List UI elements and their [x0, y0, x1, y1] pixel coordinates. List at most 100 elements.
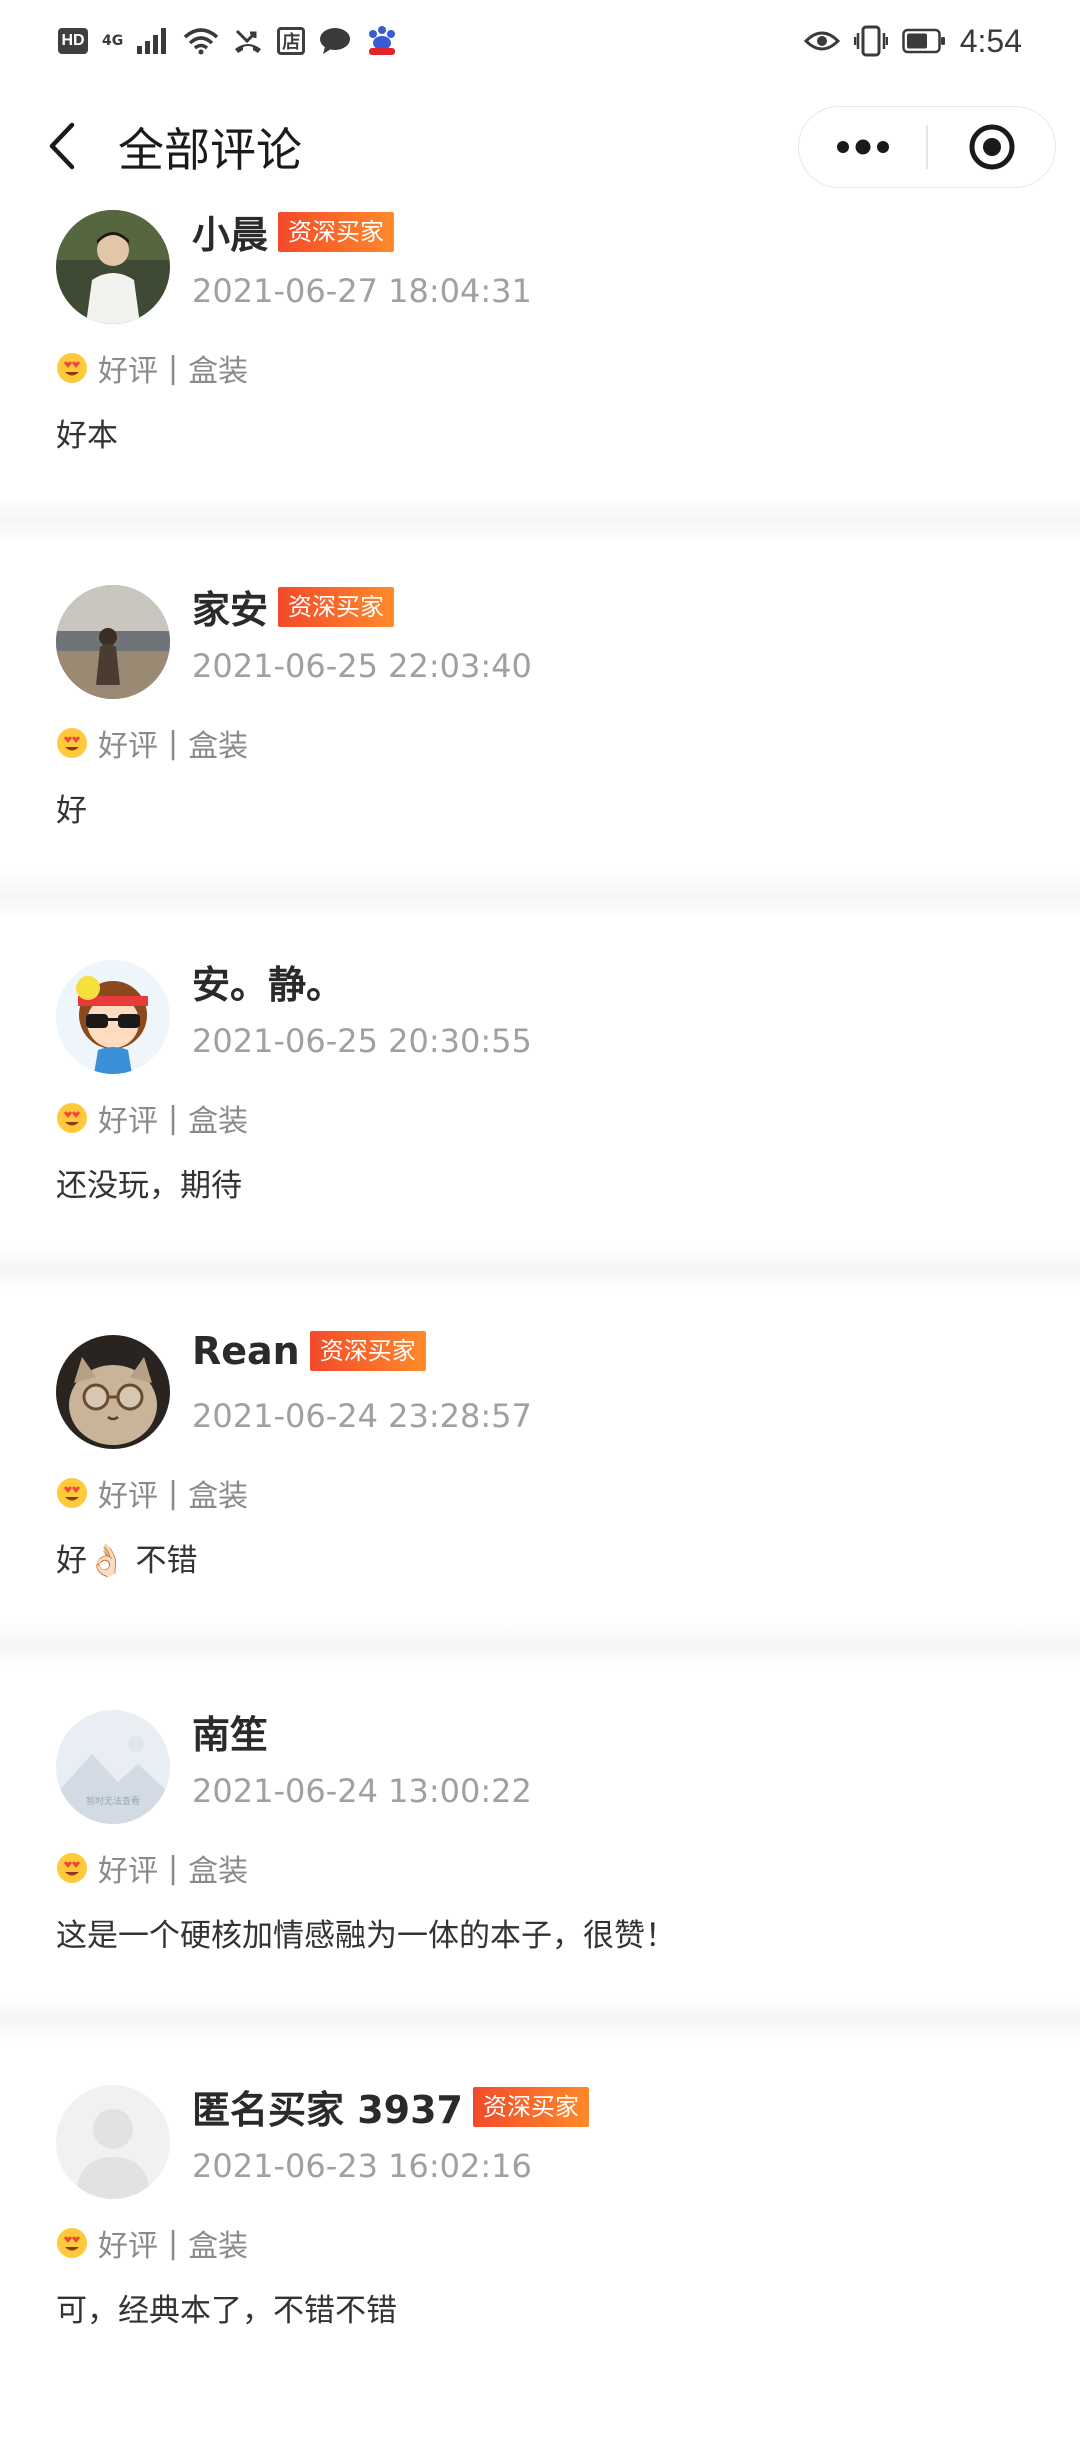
- review-item[interactable]: 家安 资深买家 2021-06-25 22:03:40 好评 | 盒装 好: [0, 575, 1080, 950]
- variant-label: 盒装: [188, 729, 249, 764]
- store-icon: 店: [277, 27, 306, 55]
- heart-eyes-emoji-icon: [57, 353, 87, 383]
- review-divider: [0, 1245, 1080, 1295]
- variant-label: 盒装: [188, 1479, 249, 1514]
- vibrate-icon: [853, 25, 888, 57]
- message-icon: [319, 27, 351, 55]
- status-bar: HD 4G 店 4:54: [0, 0, 1080, 82]
- target-close-icon: [969, 124, 1014, 170]
- name-row: 家安 资深买家: [192, 579, 395, 634]
- review-item[interactable]: 匿名买家 3937 资深买家 2021-06-23 16:02:16 好评 | …: [0, 2075, 1080, 2450]
- username[interactable]: 南笙: [192, 1704, 268, 1759]
- chevron-left-icon: [49, 122, 75, 170]
- review-item[interactable]: 暂时无法查看 南笙 2021-06-24 13:00:22 好评 | 盒装 这是…: [0, 1700, 1080, 2075]
- nav-header: 全部评论: [0, 100, 1080, 192]
- senior-buyer-badge: 资深买家: [278, 586, 395, 627]
- rating-row: 好评 | 盒装: [56, 2221, 248, 2265]
- rating-separator: |: [168, 350, 179, 386]
- review-comment: 好👌🏻 不错: [56, 1543, 198, 1579]
- heart-eyes-emoji-icon: [57, 2228, 87, 2258]
- review-time: 2021-06-27 18:04:31: [192, 272, 532, 310]
- rating-label: 好评: [98, 1104, 158, 1139]
- name-row: 小晨 资深买家: [192, 204, 395, 259]
- review-time: 2021-06-25 22:03:40: [192, 647, 532, 685]
- name-row: 安。静。: [192, 954, 344, 1009]
- variant-label: 盒装: [188, 1104, 249, 1139]
- name-row: 南笙: [192, 1704, 268, 1759]
- avatar[interactable]: [56, 2085, 170, 2199]
- status-right: 4:54: [803, 22, 1022, 60]
- rating-separator: |: [168, 1850, 179, 1886]
- review-comment: 可，经典本了，不错不错: [56, 2293, 397, 2329]
- avatar[interactable]: [56, 210, 170, 324]
- name-row: 匿名买家 3937 资深买家: [192, 2079, 589, 2134]
- close-button[interactable]: [928, 107, 1055, 187]
- review-time: 2021-06-23 16:02:16: [192, 2147, 532, 2185]
- variant-label: 盒装: [188, 2229, 249, 2264]
- avatar[interactable]: [56, 960, 170, 1074]
- battery-icon: [901, 28, 946, 54]
- more-dots-icon: [836, 139, 889, 155]
- review-item[interactable]: 安。静。 2021-06-25 20:30:55 好评 | 盒装 还没玩，期待: [0, 950, 1080, 1325]
- avatar-caption: 暂时无法查看: [86, 1795, 140, 1807]
- rating-row: 好评 | 盒装: [56, 346, 248, 390]
- senior-buyer-badge: 资深买家: [473, 2086, 589, 2127]
- clock: 4:54: [959, 22, 1022, 59]
- review-time: 2021-06-24 13:00:22: [192, 1772, 532, 1810]
- username[interactable]: 匿名买家 3937: [192, 2079, 463, 2134]
- page-title: 全部评论: [118, 123, 302, 177]
- name-row: Rean 资深买家: [192, 1329, 426, 1373]
- username[interactable]: 安。静。: [192, 954, 344, 1009]
- review-comment: 还没玩，期待: [56, 1168, 242, 1204]
- username[interactable]: 家安: [192, 579, 268, 634]
- username[interactable]: Rean: [192, 1329, 300, 1373]
- avatar[interactable]: [56, 585, 170, 699]
- signal-icon: [137, 28, 169, 54]
- heart-eyes-emoji-icon: [57, 1853, 87, 1883]
- review-comment: 这是一个硬核加情感融为一体的本子，很赞！: [56, 1918, 676, 1954]
- back-button[interactable]: [38, 120, 86, 172]
- rating-row: 好评 | 盒装: [56, 721, 248, 765]
- review-comment: 好: [56, 793, 87, 829]
- rating-separator: |: [168, 1100, 179, 1136]
- rating-row: 好评 | 盒装: [56, 1846, 248, 1890]
- review-item[interactable]: Rean 资深买家 2021-06-24 23:28:57 好评 | 盒装 好👌…: [0, 1325, 1080, 1700]
- avatar[interactable]: 暂时无法查看: [56, 1710, 170, 1824]
- eye-icon: [803, 29, 840, 53]
- baidu-icon: [365, 26, 399, 56]
- review-time: 2021-06-25 20:30:55: [192, 1022, 532, 1060]
- mini-program-capsule: [798, 106, 1056, 188]
- status-left: HD 4G 店: [58, 26, 399, 56]
- heart-eyes-emoji-icon: [57, 1103, 87, 1133]
- heart-eyes-emoji-icon: [57, 728, 87, 758]
- rating-row: 好评 | 盒装: [56, 1471, 248, 1515]
- rating-row: 好评 | 盒装: [56, 1096, 248, 1140]
- rating-label: 好评: [98, 354, 158, 389]
- review-divider: [0, 870, 1080, 920]
- rating-separator: |: [168, 2225, 179, 2261]
- review-divider: [0, 495, 1080, 545]
- hd-badge: HD: [58, 28, 88, 54]
- network-type: 4G: [102, 33, 124, 49]
- senior-buyer-badge: 资深买家: [309, 1331, 426, 1371]
- rating-label: 好评: [98, 2229, 158, 2264]
- missed-call-icon: [233, 27, 263, 55]
- review-time: 2021-06-24 23:28:57: [192, 1397, 532, 1435]
- avatar[interactable]: [56, 1335, 170, 1449]
- rating-label: 好评: [98, 1854, 158, 1889]
- review-divider: [0, 1995, 1080, 2045]
- username[interactable]: 小晨: [192, 204, 268, 259]
- heart-eyes-emoji-icon: [57, 1478, 87, 1508]
- rating-label: 好评: [98, 729, 158, 764]
- review-item[interactable]: 小晨 资深买家 2021-06-27 18:04:31 好评 | 盒装 好本: [0, 200, 1080, 575]
- variant-label: 盒装: [188, 354, 249, 389]
- rating-separator: |: [168, 725, 179, 761]
- review-list: 小晨 资深买家 2021-06-27 18:04:31 好评 | 盒装 好本 家…: [0, 200, 1080, 2450]
- rating-separator: |: [168, 1475, 179, 1511]
- more-button[interactable]: [799, 107, 926, 187]
- review-comment: 好本: [56, 418, 118, 454]
- wifi-icon: [183, 27, 219, 55]
- variant-label: 盒装: [188, 1854, 249, 1889]
- senior-buyer-badge: 资深买家: [278, 211, 395, 252]
- rating-label: 好评: [98, 1479, 158, 1514]
